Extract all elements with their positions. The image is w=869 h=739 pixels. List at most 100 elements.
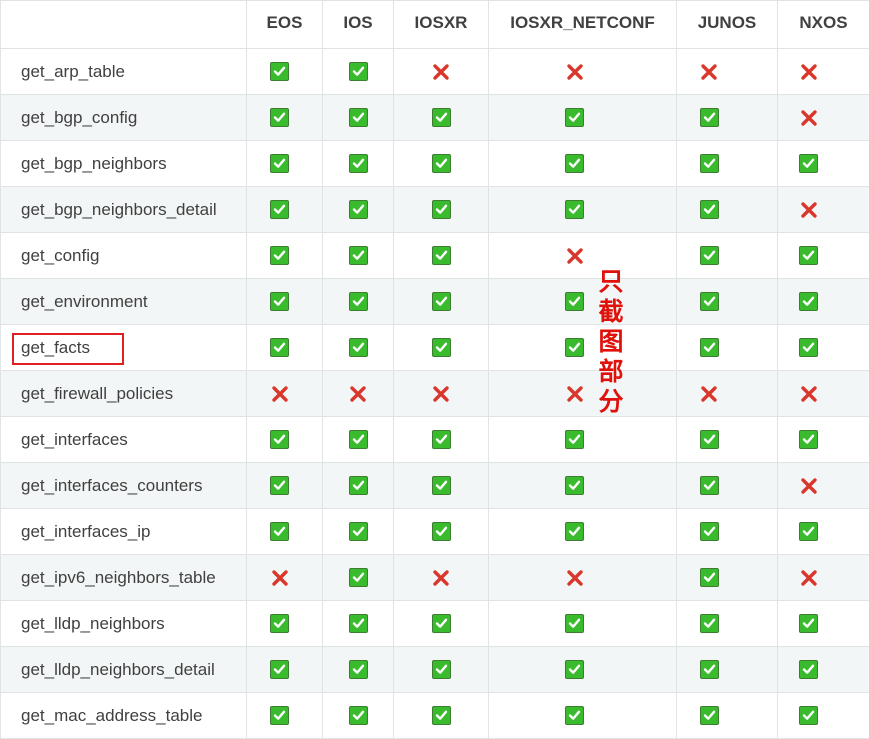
checkmark-icon	[565, 292, 584, 311]
checkmark-icon	[700, 706, 719, 725]
cross-icon	[270, 568, 290, 588]
checkmark-icon	[432, 430, 451, 449]
cross-icon	[565, 62, 585, 82]
support-cell	[778, 555, 869, 601]
support-cell	[247, 95, 323, 141]
checkmark-icon	[432, 154, 451, 173]
table-row: get_interfaces_counters	[1, 463, 869, 509]
checkmark-icon	[799, 522, 818, 541]
checkmark-icon	[565, 706, 584, 725]
table-row: get_lldp_neighbors	[1, 601, 869, 647]
checkmark-icon	[799, 338, 818, 357]
support-cell	[247, 141, 323, 187]
checkmark-icon	[565, 614, 584, 633]
support-cell	[394, 693, 489, 739]
checkmark-icon	[700, 154, 719, 173]
checkmark-icon	[565, 430, 584, 449]
table-row: get_interfaces	[1, 417, 869, 463]
method-name-cell: get_arp_table	[1, 49, 247, 95]
support-cell	[677, 141, 778, 187]
checkmark-icon	[270, 200, 289, 219]
support-cell	[323, 187, 394, 233]
header-blank	[1, 1, 247, 49]
method-name-cell: get_mac_address_table	[1, 693, 247, 739]
method-name-label: get_firewall_policies	[21, 384, 173, 404]
checkmark-icon	[270, 660, 289, 679]
table-row: get_bgp_neighbors_detail	[1, 187, 869, 233]
support-cell	[677, 187, 778, 233]
checkmark-icon	[349, 430, 368, 449]
cross-icon	[565, 246, 585, 266]
table-row: get_ipv6_neighbors_table	[1, 555, 869, 601]
method-name-cell: get_lldp_neighbors	[1, 601, 247, 647]
method-name-label: get_bgp_config	[21, 108, 137, 128]
checkmark-icon	[432, 476, 451, 495]
support-cell	[778, 463, 869, 509]
support-cell	[778, 95, 869, 141]
cross-icon	[431, 384, 451, 404]
checkmark-icon	[270, 476, 289, 495]
column-header: IOSXR_NETCONF	[489, 1, 677, 49]
support-cell	[394, 463, 489, 509]
support-cell	[323, 463, 394, 509]
column-header: EOS	[247, 1, 323, 49]
cross-icon	[699, 384, 719, 404]
support-cell	[677, 371, 778, 417]
checkmark-icon	[270, 614, 289, 633]
support-cell	[489, 417, 677, 463]
checkmark-icon	[349, 614, 368, 633]
support-cell	[247, 233, 323, 279]
cross-icon	[565, 568, 585, 588]
support-cell	[394, 279, 489, 325]
support-cell	[394, 555, 489, 601]
checkmark-icon	[432, 706, 451, 725]
method-name-cell: get_ipv6_neighbors_table	[1, 555, 247, 601]
support-cell	[778, 233, 869, 279]
support-cell	[489, 187, 677, 233]
checkmark-icon	[565, 522, 584, 541]
annotation-char: 图	[595, 327, 627, 357]
table-row: get_bgp_neighbors	[1, 141, 869, 187]
checkmark-icon	[700, 338, 719, 357]
support-cell	[247, 647, 323, 693]
support-cell	[489, 371, 677, 417]
support-cell	[677, 233, 778, 279]
feature-support-table: EOSIOSIOSXRIOSXR_NETCONFJUNOSNXOS get_ar…	[0, 0, 869, 739]
support-cell	[778, 49, 869, 95]
table-row: get_arp_table	[1, 49, 869, 95]
support-cell	[247, 279, 323, 325]
checkmark-icon	[700, 522, 719, 541]
support-cell	[394, 509, 489, 555]
support-cell	[247, 693, 323, 739]
cross-icon	[799, 384, 819, 404]
support-cell	[323, 555, 394, 601]
cross-icon	[799, 200, 819, 220]
support-cell	[489, 509, 677, 555]
checkmark-icon	[432, 338, 451, 357]
support-cell	[247, 49, 323, 95]
support-cell	[323, 417, 394, 463]
support-cell	[778, 601, 869, 647]
checkmark-icon	[270, 292, 289, 311]
checkmark-icon	[565, 338, 584, 357]
checkmark-icon	[270, 246, 289, 265]
annotation-char: 截	[595, 297, 627, 327]
checkmark-icon	[349, 62, 368, 81]
cross-icon	[799, 476, 819, 496]
support-cell	[778, 371, 869, 417]
method-name-cell: get_facts	[1, 325, 247, 371]
support-cell	[323, 509, 394, 555]
highlighted-method-label: get_facts	[12, 333, 124, 365]
checkmark-icon	[432, 660, 451, 679]
checkmark-icon	[432, 522, 451, 541]
checkmark-icon	[700, 430, 719, 449]
checkmark-icon	[565, 154, 584, 173]
checkmark-icon	[270, 706, 289, 725]
support-cell	[394, 141, 489, 187]
support-cell	[247, 509, 323, 555]
method-name-label: get_interfaces	[21, 430, 128, 450]
support-cell	[489, 647, 677, 693]
method-name-label: get_lldp_neighbors	[21, 614, 165, 634]
support-cell	[489, 49, 677, 95]
cross-icon	[270, 384, 290, 404]
